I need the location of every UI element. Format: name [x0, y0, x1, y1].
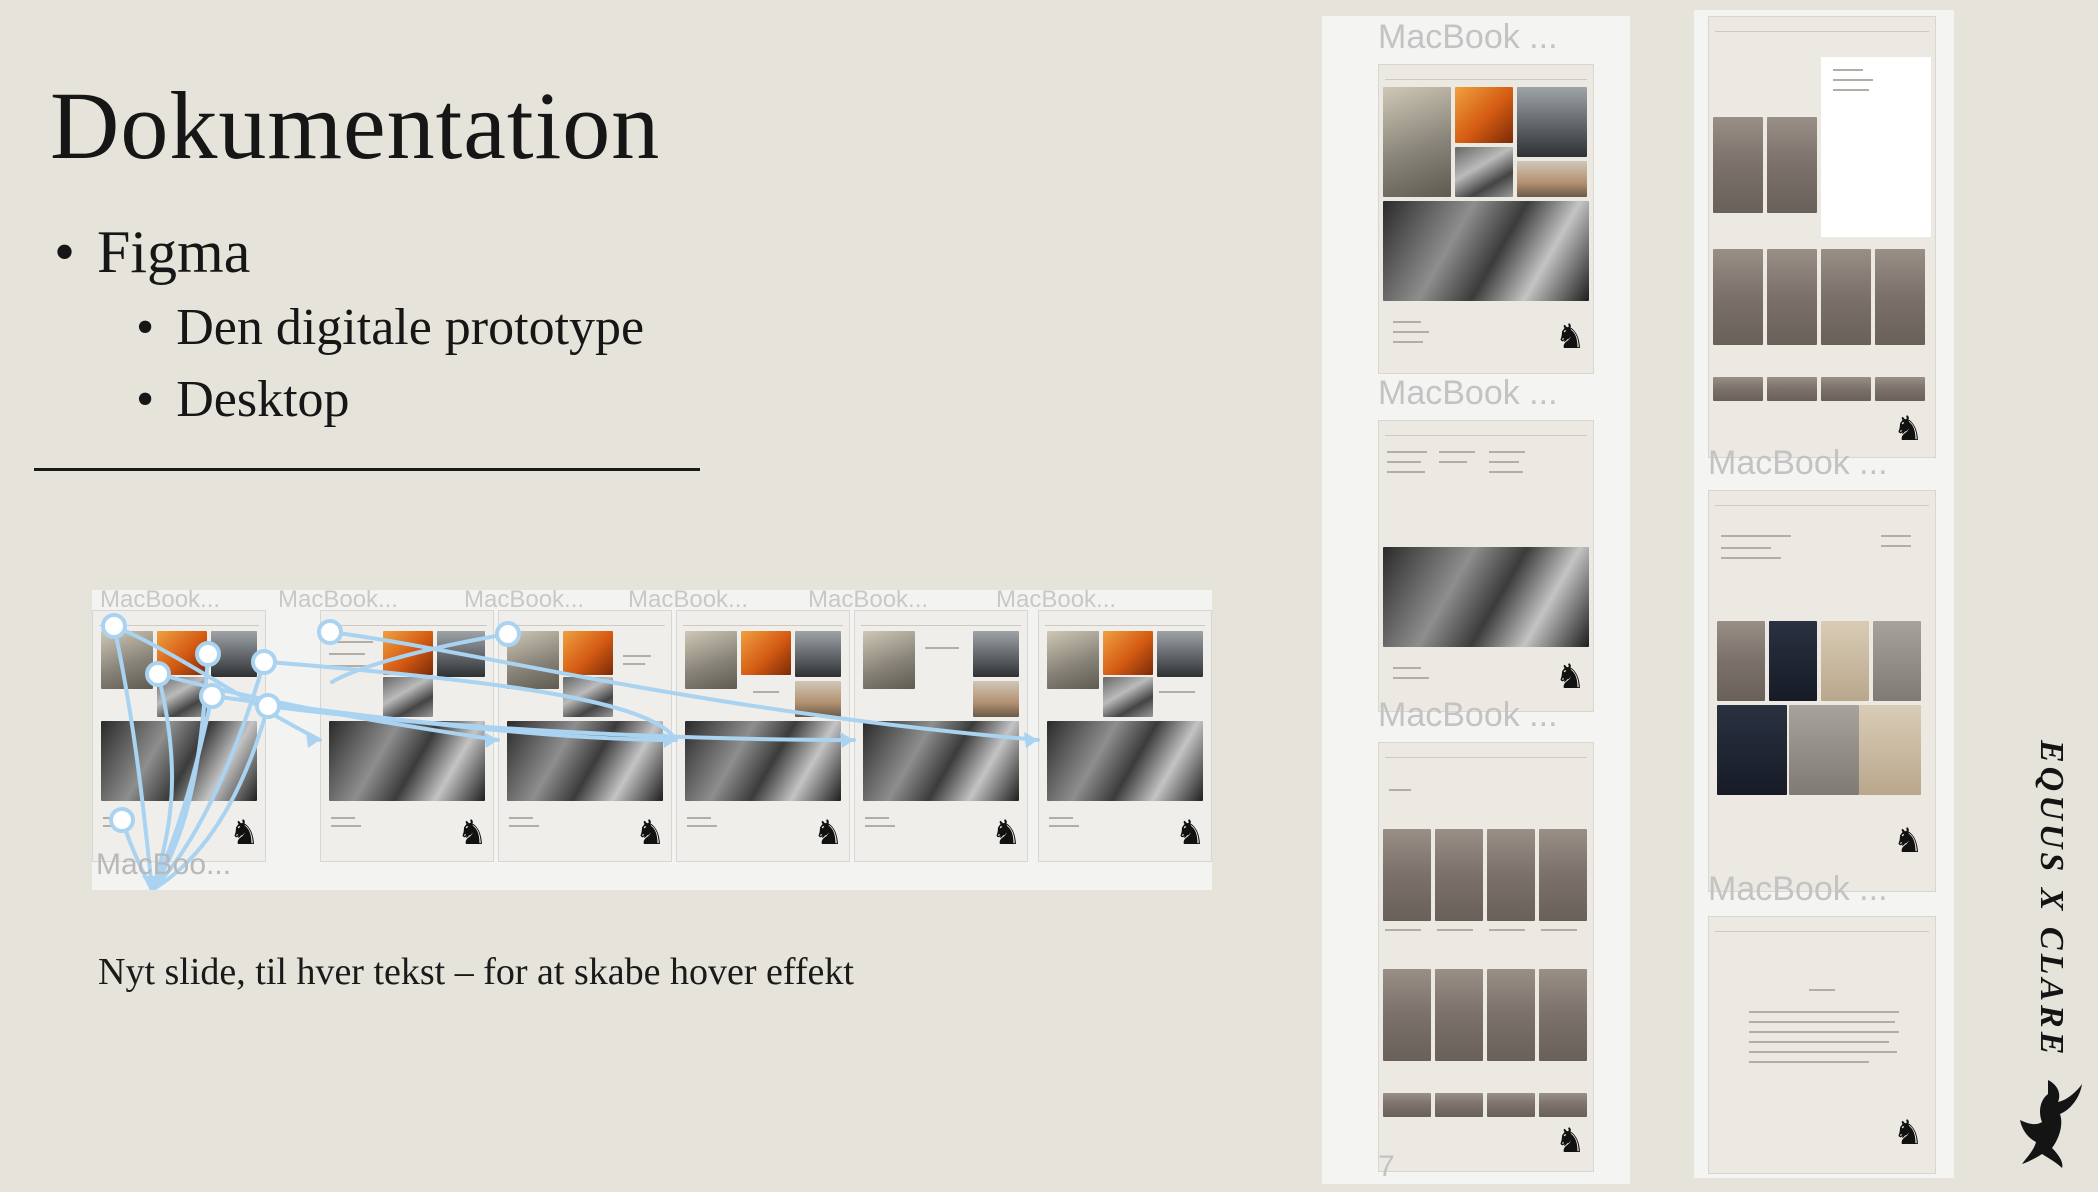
- frame-label: MacBook ...: [1708, 444, 1888, 482]
- bullet-text: Desktop: [176, 371, 350, 428]
- desktop-frame-about: ♞: [1708, 916, 1936, 1174]
- frame-label: MacBook ...: [1378, 374, 1558, 412]
- horse-rider-logo-icon: ♞: [1555, 319, 1586, 356]
- desktop-frame-home: ♞: [1378, 64, 1594, 374]
- page-number: 7: [1378, 1150, 1395, 1183]
- bullet-level1: • Figma: [54, 222, 250, 282]
- desktop-frame-menu: ♞: [1378, 420, 1594, 712]
- bullet-text: Figma: [97, 219, 251, 285]
- horse-rider-logo-icon: [2020, 1080, 2082, 1168]
- prototype-connections: [101, 613, 1040, 890]
- horse-rider-logo-icon: ♞: [1893, 823, 1924, 860]
- brand-name-vertical: EQUUS X CLARE: [2033, 740, 2070, 1059]
- desktop-frames-column-2: ♞ MacBook ... ♞ MacBook ... ♞: [1694, 10, 1954, 1178]
- desktop-frames-column-1: MacBook ... ♞ MacBook ... ♞ MacBook ...: [1322, 16, 1630, 1184]
- slide-caption: Nyt slide, til hver tekst – for at skabe…: [98, 951, 854, 993]
- desktop-frame-shop-filter: ♞: [1708, 16, 1936, 458]
- bullet-dot: •: [54, 219, 76, 285]
- bullet-level2: • Desktop: [136, 374, 350, 426]
- horse-rider-logo-icon: ♞: [1893, 1115, 1924, 1152]
- bullet-level2: • Den digitale prototype: [136, 302, 644, 354]
- bullet-text: Den digitale prototype: [176, 299, 645, 356]
- bullet-dot: •: [136, 371, 155, 428]
- desktop-frame-shop: ♞: [1378, 742, 1594, 1172]
- horse-rider-logo-icon: ♞: [1555, 1123, 1586, 1160]
- frame-label: MacBook ...: [1378, 18, 1558, 56]
- frame-label: MacBook ...: [1378, 696, 1558, 734]
- horse-rider-logo-icon: ♞: [1893, 411, 1924, 448]
- prototype-strip-screenshot: MacBook... ♞ MacBook... ♞ MacBook... ♞ M…: [92, 590, 1212, 890]
- bullet-dot: •: [136, 299, 155, 356]
- frame-label: MacBook ...: [1708, 870, 1888, 908]
- frame-label: MacBoo...: [96, 848, 232, 881]
- slide-title: Dokumentation: [50, 72, 661, 179]
- title-divider: [34, 468, 700, 471]
- desktop-frame-product: ♞: [1708, 490, 1936, 892]
- horse-rider-logo-icon: ♞: [1555, 659, 1586, 696]
